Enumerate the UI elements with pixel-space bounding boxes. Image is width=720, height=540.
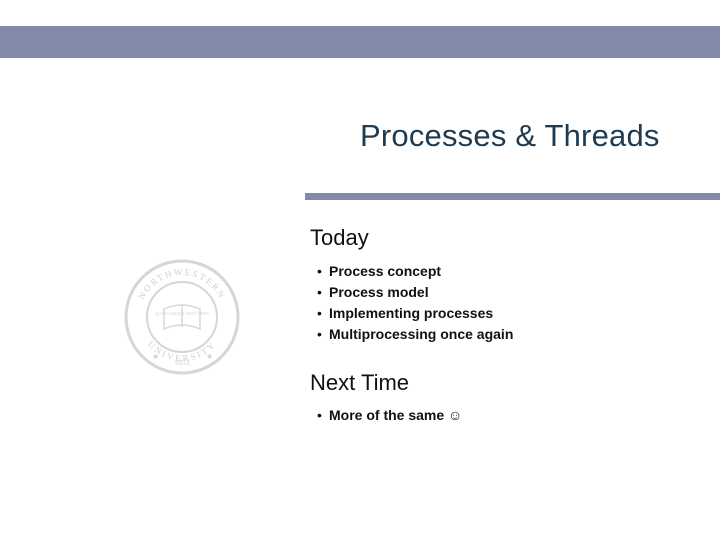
list-item: •More of the same ☺: [317, 405, 462, 426]
seal-year: 1851: [174, 358, 190, 367]
slide-title: Processes & Threads: [360, 118, 700, 154]
header-band: [0, 26, 720, 58]
section-heading-today: Today: [310, 225, 369, 251]
seal-motto-text: QUAECUMQUE SUNT VERA: [155, 311, 209, 316]
list-item: •Process concept: [317, 261, 513, 282]
svg-text:★: ★: [206, 352, 213, 361]
title-underline: [305, 193, 720, 200]
list-item: •Implementing processes: [317, 303, 513, 324]
bullet-text: Process concept: [329, 263, 441, 279]
bullet-text: Implementing processes: [329, 305, 493, 321]
university-seal: NORTHWESTERN UNIVERSITY QUAECUMQUE SUNT …: [122, 257, 242, 377]
bullet-text: Process model: [329, 284, 429, 300]
bullet-text: Multiprocessing once again: [329, 326, 513, 342]
bullet-text: More of the same ☺: [329, 407, 462, 423]
next-bullets: •More of the same ☺: [317, 405, 462, 426]
list-item: •Multiprocessing once again: [317, 324, 513, 345]
today-bullets: •Process concept •Process model •Impleme…: [317, 261, 513, 345]
svg-text:★: ★: [152, 352, 159, 361]
section-heading-next: Next Time: [310, 370, 409, 396]
list-item: •Process model: [317, 282, 513, 303]
